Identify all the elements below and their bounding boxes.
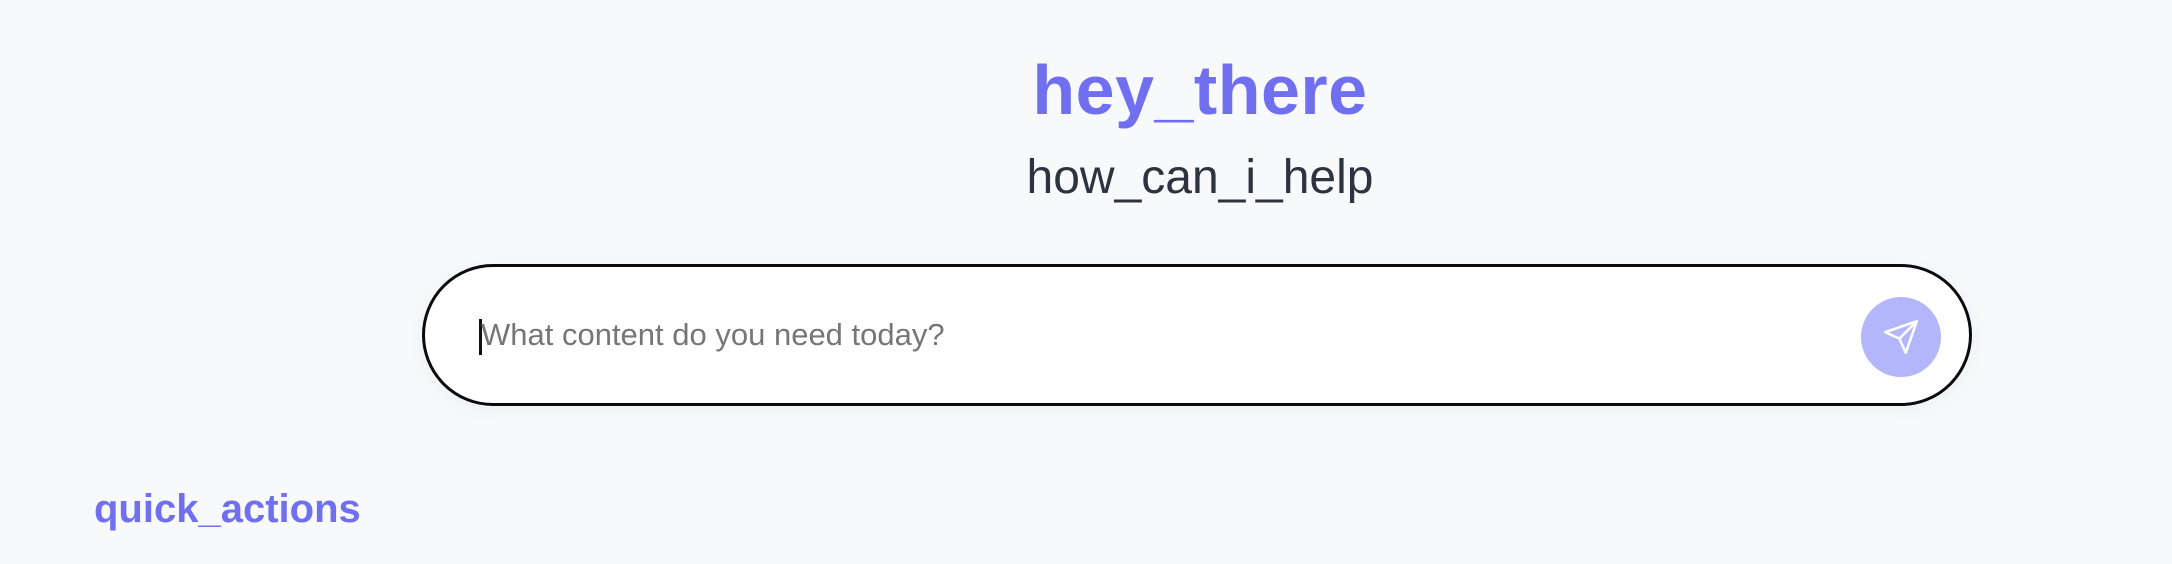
quick-actions-heading: quick_actions: [94, 487, 361, 531]
prompt-input[interactable]: [481, 301, 1781, 369]
prompt-box[interactable]: [422, 264, 1972, 406]
help-subtitle: how_can_i_help: [1026, 151, 1374, 204]
send-button[interactable]: [1861, 297, 1941, 377]
greeting-title: hey_there: [1032, 51, 1368, 129]
send-icon: [1882, 318, 1920, 356]
